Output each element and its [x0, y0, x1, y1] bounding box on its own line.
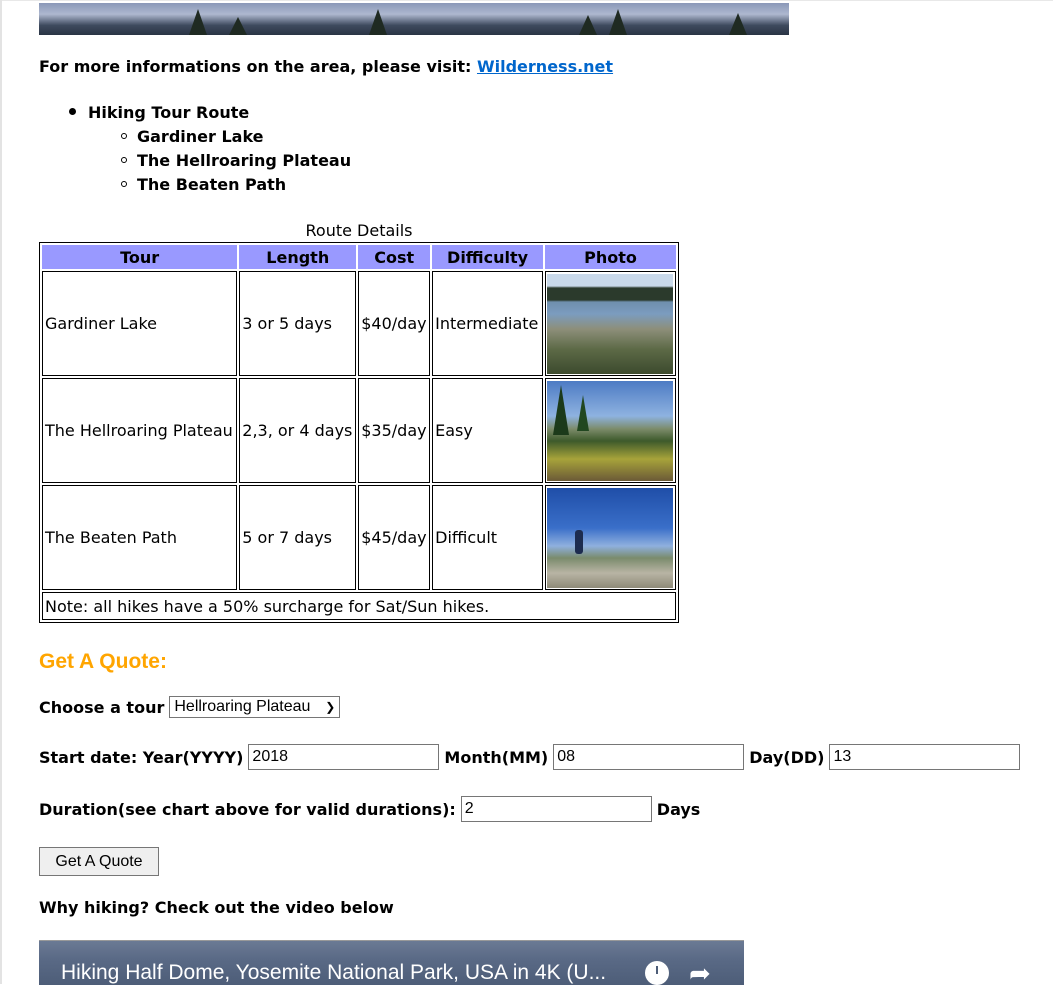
- route-list-heading-text: Hiking Tour Route: [88, 103, 250, 122]
- banner-tree: [579, 15, 597, 35]
- info-text: For more informations on the area, pleas…: [39, 57, 477, 76]
- month-input[interactable]: 08: [553, 744, 745, 770]
- get-quote-button[interactable]: Get A Quote: [39, 847, 159, 876]
- month-label: Month(MM): [444, 747, 549, 767]
- cell-length: 2,3, or 4 days: [239, 378, 357, 483]
- tour-select-row: Choose a tour Hellroaring Plateau ❯: [39, 696, 341, 718]
- wilderness-link[interactable]: Wilderness.net: [477, 57, 613, 76]
- circle-bullet-icon: [121, 132, 127, 139]
- window-left-edge: [0, 0, 2, 984]
- table-row: The Beaten Path 5 or 7 days $45/day Diff…: [42, 485, 676, 590]
- column-header: Photo: [544, 245, 676, 269]
- video-prompt: Why hiking? Check out the video below: [39, 898, 394, 917]
- cell-tour: Gardiner Lake: [42, 271, 238, 376]
- banner-tree: [609, 9, 627, 35]
- route-sublist: Gardiner Lake The Hellroaring Plateau Th…: [121, 125, 351, 197]
- day-input[interactable]: 13: [829, 744, 1021, 770]
- cell-photo: [544, 378, 676, 483]
- plateau-photo: [546, 380, 673, 481]
- banner-tree: [369, 9, 387, 35]
- tour-select[interactable]: Hellroaring Plateau ❯: [169, 696, 341, 718]
- share-icon[interactable]: ➦: [689, 959, 711, 985]
- cell-photo: [544, 485, 676, 590]
- column-header: Tour: [42, 245, 238, 269]
- column-header: Cost: [358, 245, 431, 269]
- cell-cost: $40/day: [358, 271, 431, 376]
- duration-label: Duration(see chart above for valid durat…: [39, 799, 456, 819]
- circle-bullet-icon: [121, 156, 127, 163]
- route-list-item-text: Gardiner Lake: [137, 127, 264, 146]
- hiker-photo: [546, 487, 673, 588]
- route-list-item: Gardiner Lake: [121, 125, 351, 149]
- bullet-icon: [69, 108, 76, 115]
- route-details-table: Tour Length Cost Difficulty Photo Gardin…: [39, 242, 679, 623]
- duration-input[interactable]: 2: [460, 796, 652, 822]
- tour-select-value: Hellroaring Plateau: [174, 698, 311, 715]
- route-list-item: The Hellroaring Plateau: [121, 149, 351, 173]
- cell-tour: The Hellroaring Plateau: [42, 378, 238, 483]
- video-embed[interactable]: Hiking Half Dome, Yosemite National Park…: [39, 940, 744, 985]
- banner-image: [39, 3, 789, 35]
- duration-row: Duration(see chart above for valid durat…: [39, 796, 700, 822]
- cell-difficulty: Difficult: [432, 485, 543, 590]
- circle-bullet-icon: [121, 180, 127, 187]
- quote-heading: Get A Quote:: [39, 650, 167, 673]
- table-row: Gardiner Lake 3 or 5 days $40/day Interm…: [42, 271, 676, 376]
- column-header: Length: [239, 245, 357, 269]
- route-list-heading: Hiking Tour Route: [69, 101, 351, 125]
- cell-tour: The Beaten Path: [42, 485, 238, 590]
- route-list-item-text: The Beaten Path: [137, 175, 287, 194]
- year-input[interactable]: 2018: [248, 744, 440, 770]
- watch-later-icon[interactable]: [645, 961, 669, 985]
- day-label: Day(DD): [749, 747, 825, 767]
- chevron-down-icon: ❯: [325, 700, 336, 714]
- cell-photo: [544, 271, 676, 376]
- cell-cost: $35/day: [358, 378, 431, 483]
- tour-select-label: Choose a tour: [39, 697, 165, 717]
- table-note-row: Note: all hikes have a 50% surcharge for…: [42, 592, 676, 620]
- cell-difficulty: Easy: [432, 378, 543, 483]
- lake-photo: [546, 273, 673, 374]
- banner-tree: [729, 13, 747, 35]
- banner-tree: [189, 9, 207, 35]
- video-title[interactable]: Hiking Half Dome, Yosemite National Park…: [61, 961, 606, 985]
- table-caption: Route Details: [305, 221, 413, 240]
- start-date-row: Start date: Year(YYYY) 2018 Month(MM) 08…: [39, 744, 1021, 770]
- window-top-edge: [0, 0, 1053, 1]
- table-header-row: Tour Length Cost Difficulty Photo: [42, 245, 676, 269]
- column-header: Difficulty: [432, 245, 543, 269]
- banner-tree: [229, 17, 247, 35]
- route-list: Hiking Tour Route Gardiner Lake The Hell…: [69, 101, 351, 197]
- year-label: Start date: Year(YYYY): [39, 747, 244, 767]
- cell-length: 3 or 5 days: [239, 271, 357, 376]
- days-label: Days: [656, 799, 701, 819]
- cell-length: 5 or 7 days: [239, 485, 357, 590]
- table-row: The Hellroaring Plateau 2,3, or 4 days $…: [42, 378, 676, 483]
- table-note: Note: all hikes have a 50% surcharge for…: [42, 592, 676, 620]
- route-list-item-text: The Hellroaring Plateau: [137, 151, 352, 170]
- route-list-item: The Beaten Path: [121, 173, 351, 197]
- cell-difficulty: Intermediate: [432, 271, 543, 376]
- cell-cost: $45/day: [358, 485, 431, 590]
- info-line: For more informations on the area, pleas…: [39, 57, 613, 76]
